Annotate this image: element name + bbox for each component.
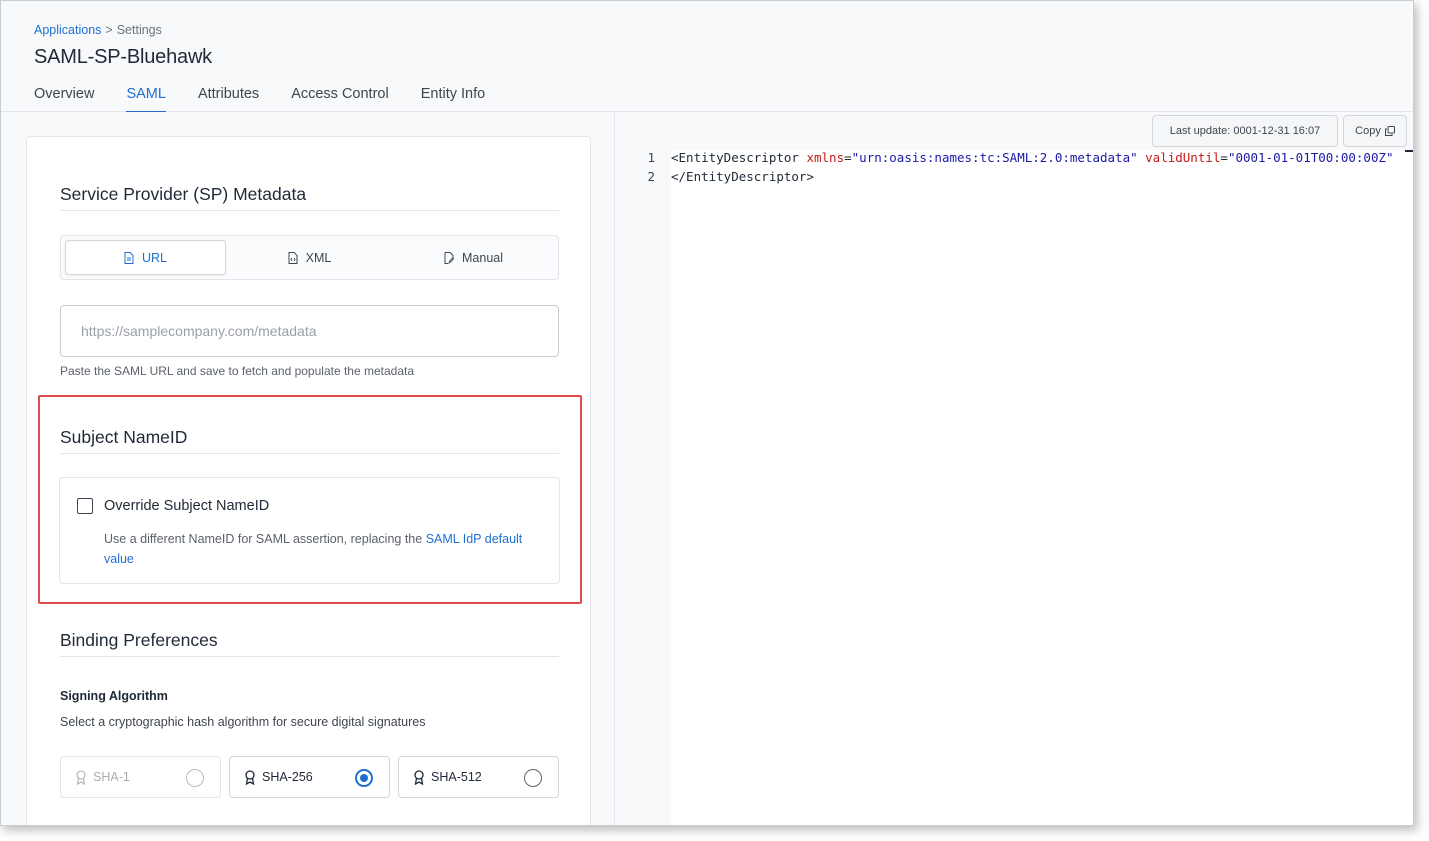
tab-overview[interactable]: Overview — [34, 84, 94, 113]
override-nameid-checkbox[interactable] — [77, 498, 93, 514]
xml-tag-open: <EntityDescriptor — [671, 150, 799, 165]
app-window: Applications > Settings SAML-SP-Bluehawk O… — [0, 0, 1414, 826]
settings-pane[interactable]: Service Provider (SP) Metadata URL XML M… — [1, 112, 615, 825]
sp-metadata-title: Service Provider (SP) Metadata — [60, 184, 307, 204]
tab-access-control[interactable]: Access Control — [291, 84, 389, 113]
breadcrumb: Applications > Settings — [34, 23, 162, 37]
file-code-icon — [288, 251, 298, 264]
tab-attributes[interactable]: Attributes — [198, 84, 259, 113]
sha256-label: SHA-256 — [262, 770, 313, 784]
override-nameid-description: Use a different NameID for SAML assertio… — [104, 529, 544, 569]
tab-entity-info[interactable]: Entity Info — [421, 84, 485, 113]
sha512-label: SHA-512 — [431, 770, 482, 784]
mode-url-button[interactable]: URL — [65, 240, 226, 275]
metadata-url-help: Paste the SAML URL and save to fetch and… — [60, 364, 415, 378]
file-edit-icon — [444, 251, 454, 264]
sha512-radio[interactable] — [524, 769, 542, 787]
signing-algorithm-description: Select a cryptographic hash algorithm fo… — [60, 715, 426, 729]
xml-value-validuntil: "0001-01-01T00:00:00Z" — [1227, 150, 1394, 165]
xml-equals: = — [1220, 150, 1228, 165]
xml-code-editor[interactable]: <EntityDescriptor xmlns="urn:oasis:names… — [671, 150, 1413, 825]
divider — [60, 656, 559, 657]
award-icon — [245, 769, 255, 785]
file-icon — [124, 251, 134, 264]
xml-attr-validuntil: validUntil — [1145, 150, 1221, 165]
tab-saml[interactable]: SAML — [126, 84, 166, 113]
mode-xml-label: XML — [305, 250, 332, 265]
signing-algorithm-title: Signing Algorithm — [60, 689, 168, 703]
breadcrumb-separator: > — [105, 23, 113, 37]
line-number: 1 — [647, 150, 655, 165]
override-nameid-label[interactable]: Override Subject NameID — [104, 498, 269, 514]
tab-bar: Overview SAML Attributes Access Control … — [34, 84, 517, 113]
binding-preferences-title: Binding Preferences — [60, 630, 218, 650]
metadata-url-input[interactable] — [60, 305, 559, 357]
mode-manual-button[interactable]: Manual — [393, 240, 554, 275]
last-update-badge: Last update: 0001-12-31 16:07 — [1152, 115, 1338, 147]
sha512-option[interactable]: SHA-512 — [398, 756, 559, 798]
breadcrumb-applications-link[interactable]: Applications — [34, 23, 101, 37]
copy-button[interactable]: Copy — [1343, 115, 1407, 147]
xml-equals: = — [844, 150, 852, 165]
award-icon — [76, 769, 86, 785]
metadata-mode-selector: URL XML Manual — [60, 235, 559, 280]
xml-value-xmlns: "urn:oasis:names:tc:SAML:2.0:metadata" — [851, 150, 1138, 165]
copy-icon — [1384, 126, 1395, 136]
breadcrumb-current: Settings — [116, 23, 162, 37]
sha256-option[interactable]: SHA-256 — [229, 756, 390, 798]
line-number-gutter: 1 2 — [616, 150, 671, 825]
divider — [60, 210, 559, 211]
copy-label: Copy — [1355, 125, 1381, 137]
sha1-label: SHA-1 — [93, 770, 130, 784]
mode-url-label: URL — [141, 250, 167, 265]
page-title: SAML-SP-Bluehawk — [34, 46, 212, 68]
xml-attr-xmlns: xmlns — [806, 150, 845, 165]
editor-cursor — [1405, 150, 1413, 152]
sha256-radio[interactable] — [355, 769, 373, 787]
code-line: </EntityDescriptor> — [671, 169, 814, 184]
override-nameid-description-text: Use a different NameID for SAML assertio… — [104, 532, 426, 546]
subject-nameid-title: Subject NameID — [60, 427, 188, 447]
override-nameid-panel: Override Subject NameID Use a different … — [59, 477, 560, 584]
mode-manual-label: Manual — [462, 250, 503, 265]
code-line: <EntityDescriptor xmlns="urn:oasis:names… — [671, 150, 1394, 165]
page-header: Applications > Settings SAML-SP-Bluehawk O… — [1, 1, 1413, 113]
divider — [60, 453, 559, 454]
line-number: 2 — [647, 169, 655, 184]
award-icon — [414, 769, 424, 785]
metadata-preview-pane: Last update: 0001-12-31 16:07 Copy 1 2 <… — [616, 112, 1413, 825]
settings-card: Service Provider (SP) Metadata URL XML M… — [26, 136, 591, 825]
mode-xml-button[interactable]: XML — [229, 240, 390, 275]
sha1-option: SHA-1 — [60, 756, 221, 798]
sha1-radio — [186, 769, 204, 787]
